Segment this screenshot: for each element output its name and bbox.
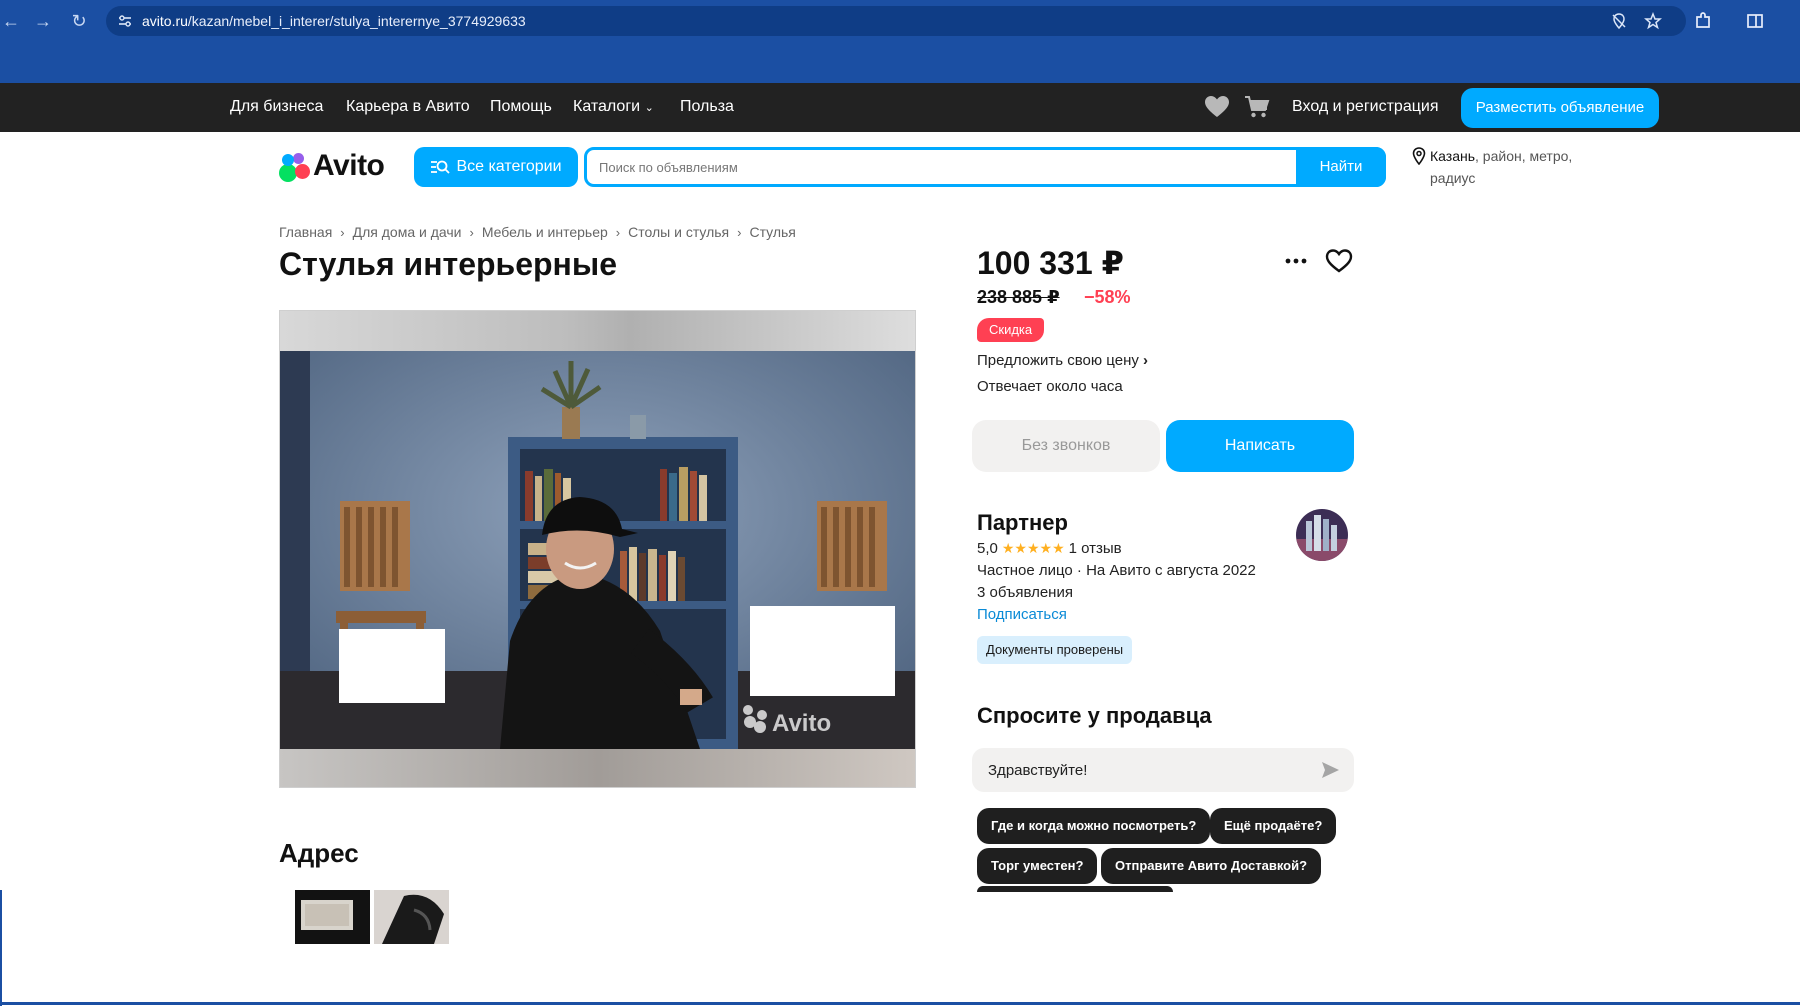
subscribe-link[interactable]: Подписаться (977, 606, 1067, 623)
favorites-heart-icon[interactable] (1204, 95, 1230, 119)
nav-catalogs-label: Каталоги (573, 98, 641, 115)
chevron-right-icon: › (737, 224, 742, 240)
nav-catalogs-link[interactable]: Каталоги ⌄ (573, 98, 654, 116)
listing-title: Стулья интерьерные (279, 246, 617, 282)
search-bar: Найти (584, 147, 1386, 187)
logo-dots-icon (279, 150, 311, 182)
address-thumbnail-1[interactable] (295, 890, 370, 944)
seller-avatar[interactable] (1296, 509, 1348, 561)
all-categories-label: Все категории (456, 158, 562, 175)
rating-value: 5,0 (977, 540, 998, 557)
more-options-icon[interactable] (1283, 250, 1309, 272)
chevron-right-icon: › (1143, 352, 1149, 369)
nav-business-link[interactable]: Для бизнеса (230, 98, 323, 116)
breadcrumb: Главная › Для дома и дачи › Мебель и инт… (279, 224, 796, 240)
quick-question-chip[interactable]: Отправите Авито Доставкой? (1101, 848, 1322, 884)
breadcrumb-chairs[interactable]: Стулья (749, 224, 795, 240)
no-calls-button[interactable]: Без звонков (972, 420, 1160, 472)
address-thumbnail-2[interactable] (374, 890, 449, 944)
post-ad-button[interactable]: Разместить объявление (1461, 88, 1659, 128)
documents-verified-badge: Документы проверены (977, 636, 1133, 664)
avito-logo[interactable]: Avito (279, 148, 385, 184)
all-categories-button[interactable]: Все категории (414, 147, 578, 187)
reply-time: Отвечает около часа (977, 378, 1123, 395)
login-link[interactable]: Вход и регистрация (1292, 98, 1438, 116)
add-to-favorites-heart-icon[interactable] (1325, 248, 1353, 274)
browser-chrome: ← → ↻ avito.ru/kazan/mebel_i_interer/stu… (0, 0, 1800, 83)
location-pin-icon (1412, 147, 1426, 165)
cart-icon[interactable] (1244, 94, 1270, 120)
bookmark-star-icon[interactable] (1644, 12, 1662, 30)
ask-seller-heading: Спросите у продавца (977, 703, 1212, 728)
quick-question-chip-partial[interactable] (977, 886, 1173, 892)
breadcrumb-tables-chairs[interactable]: Столы и стулья (628, 224, 729, 240)
nav-benefit-link[interactable]: Польза (680, 98, 734, 116)
write-message-button[interactable]: Написать (1166, 420, 1354, 472)
location-blocked-icon[interactable] (1610, 12, 1628, 30)
ask-seller-input[interactable] (988, 760, 1298, 780)
listing-photo[interactable]: Avito (279, 310, 916, 788)
offer-price-label: Предложить свою цену (977, 352, 1139, 369)
url-domain: avito.ru (142, 13, 188, 29)
breadcrumb-home-garden[interactable]: Для дома и дачи (353, 224, 462, 240)
seller-type: Частное лицо · На Авито с августа 2022 (977, 562, 1256, 579)
chevron-right-icon: › (340, 224, 345, 240)
photo-illustration: Avito (280, 311, 915, 787)
rating-stars-icon: ★★★★★ (1001, 540, 1065, 556)
discount-percent: −58% (1084, 287, 1131, 307)
chevron-right-icon: › (469, 224, 474, 240)
quick-question-chip[interactable]: Где и когда можно посмотреть? (977, 808, 1211, 844)
discount-badge: Скидка (977, 318, 1045, 342)
url-text[interactable]: avito.ru/kazan/mebel_i_interer/stulya_in… (142, 13, 526, 29)
logo-text: Avito (313, 149, 385, 182)
forward-icon[interactable]: → (32, 10, 54, 32)
categories-search-icon (431, 160, 451, 174)
search-button[interactable]: Найти (1296, 147, 1386, 187)
seller-rating[interactable]: 5,0 ★★★★★ 1 отзыв (977, 540, 1122, 557)
watermark-text: Avito (772, 710, 831, 737)
side-panel-icon[interactable] (1744, 10, 1766, 32)
chevron-right-icon: › (615, 224, 621, 240)
address-heading: Адрес (279, 838, 359, 868)
extensions-icon[interactable] (1692, 10, 1714, 32)
seller-listings-count[interactable]: 3 объявления (977, 584, 1073, 601)
search-input[interactable] (599, 157, 1299, 177)
nav-help-link[interactable]: Помощь (490, 98, 552, 116)
top-navigation: Для бизнеса Карьера в Авито Помощь Катал… (0, 83, 1800, 132)
ask-seller-box (972, 748, 1354, 792)
address-bar[interactable]: avito.ru/kazan/mebel_i_interer/stulya_in… (106, 6, 1686, 36)
reviews-count: 1 отзыв (1068, 540, 1122, 557)
breadcrumb-furniture[interactable]: Мебель и интерьер (482, 224, 608, 240)
back-icon[interactable]: ← (0, 10, 22, 32)
nav-career-link[interactable]: Карьера в Авито (346, 98, 470, 116)
breadcrumb-home[interactable]: Главная (279, 224, 332, 240)
reload-icon[interactable]: ↻ (68, 10, 90, 32)
site-settings-icon[interactable] (116, 12, 134, 30)
chevron-down-icon: ⌄ (644, 102, 654, 114)
old-price: 238 885 ₽ (977, 287, 1060, 307)
quick-question-chip[interactable]: Ещё продаёте? (1210, 808, 1337, 844)
window-edge (0, 890, 2, 1006)
seller-name[interactable]: Партнер (977, 510, 1068, 536)
window-edge (0, 1002, 1800, 1005)
url-path: /kazan/mebel_i_interer/stulya_interernye… (187, 13, 526, 29)
price: 100 331 ₽ (977, 245, 1124, 281)
send-icon[interactable] (1320, 760, 1340, 780)
offer-price-link[interactable]: Предложить свою цену › (977, 352, 1148, 369)
quick-question-chip[interactable]: Торг уместен? (977, 848, 1098, 884)
location-city: Казань (1430, 148, 1476, 164)
location-selector[interactable]: Казань, район, метро, радиус (1412, 145, 1592, 189)
